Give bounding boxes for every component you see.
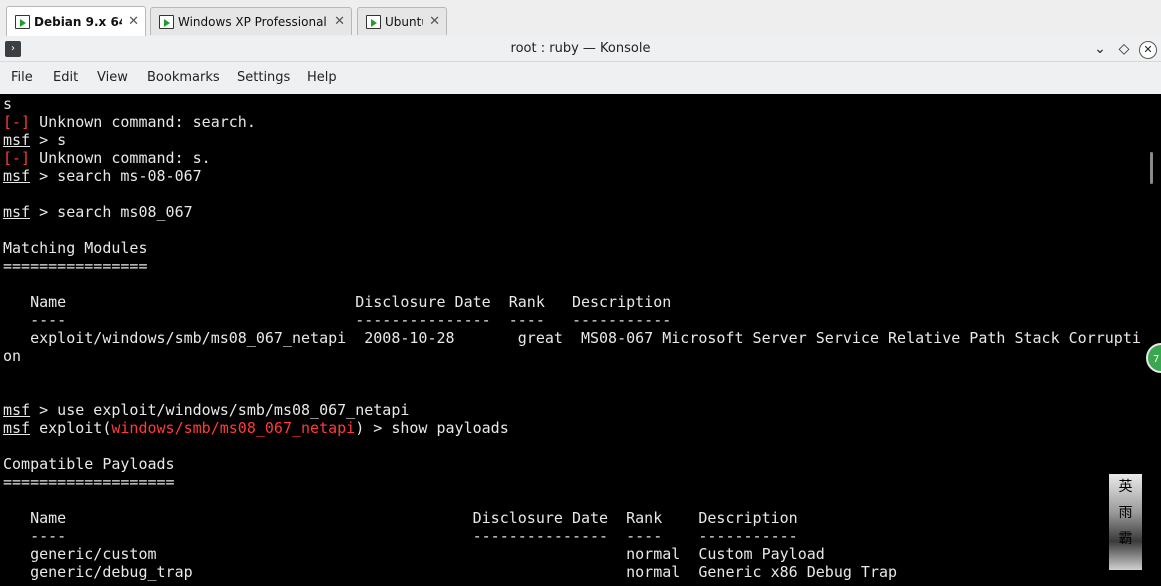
- terminal-highlight: windows/smb/ms08_067_netapi: [111, 419, 356, 437]
- vm-tab-label: Windows XP Professional No P…: [178, 14, 328, 29]
- window-titlebar: › root : ruby — Konsole ⌄ ◇ ✕: [0, 37, 1161, 62]
- vm-tab[interactable]: Debian 9.x 64 位 ✕: [6, 6, 146, 36]
- menu-bookmarks[interactable]: Bookmarks: [147, 70, 220, 85]
- terminal-line: ---- --------------- ---- -----------: [3, 527, 798, 545]
- terminal-text: Unknown command: search.: [30, 113, 256, 131]
- terminal-text: ================: [3, 257, 148, 275]
- window-title: root : ruby — Konsole: [510, 41, 651, 56]
- vm-tab-label: Debian 9.x 64 位: [34, 15, 122, 29]
- terminal-line: ===================: [3, 473, 175, 491]
- vm-running-icon: [159, 14, 174, 29]
- terminal-text: > s: [30, 131, 67, 149]
- msf-prompt: msf: [3, 419, 31, 437]
- terminal-text: Compatible Payloads: [3, 455, 175, 473]
- terminal-line: ================: [3, 257, 148, 275]
- keep-above-icon[interactable]: ◇: [1114, 39, 1134, 59]
- minimize-icon[interactable]: ⌄: [1090, 39, 1110, 59]
- terminal-text: > use exploit/windows/smb/ms08_067_netap…: [30, 401, 410, 419]
- terminal-text: > search ms08_067: [30, 203, 193, 221]
- terminal-line: msf exploit(windows/smb/ms08_067_netapi)…: [3, 419, 509, 437]
- terminal-line: Compatible Payloads: [3, 455, 175, 473]
- terminal-line: msf > use exploit/windows/smb/ms08_067_n…: [3, 401, 409, 419]
- terminal-line: msf > search ms08_067: [3, 203, 193, 221]
- terminal-highlight: [-]: [3, 149, 31, 167]
- terminal-text: generic/debug_trap normal Generic x86 De…: [3, 563, 898, 581]
- terminal-text: Name Disclosure Date Rank Description: [3, 293, 672, 311]
- terminal-view[interactable]: s [-] Unknown command: search. msf > s [-] …: [0, 94, 1161, 586]
- terminal-text: ---- --------------- ---- -----------: [3, 527, 798, 545]
- vm-tab[interactable]: Windows XP Professional No P… ✕: [150, 7, 352, 35]
- terminal-line: [-] Unknown command: search.: [3, 113, 256, 131]
- vm-tab-strip: Debian 9.x 64 位✕Windows XP Professional …: [0, 0, 1161, 38]
- terminal-line: Name Disclosure Date Rank Description: [3, 293, 671, 311]
- terminal-text: Name Disclosure Date Rank Description: [3, 509, 798, 527]
- terminal-text: ===================: [3, 473, 175, 491]
- msf-prompt: msf: [3, 401, 31, 419]
- terminal-line: generic/custom normal Custom Payload: [3, 545, 825, 563]
- terminal-line: msf > s: [3, 131, 66, 149]
- terminal-text: Matching Modules: [3, 239, 148, 257]
- menu-edit[interactable]: Edit: [53, 70, 78, 85]
- terminal-line: s: [3, 95, 12, 113]
- terminal-line: Matching Modules: [3, 239, 148, 257]
- terminal-text: s: [3, 95, 13, 113]
- terminal-text: exploit(: [30, 419, 112, 437]
- art-glyph: 霸: [1118, 531, 1133, 547]
- art-glyph: 雨: [1118, 505, 1133, 521]
- terminal-text: on: [3, 347, 22, 365]
- vm-running-icon: [366, 14, 381, 29]
- terminal-text: > search ms-08-067: [30, 167, 202, 185]
- menu-view[interactable]: View: [97, 70, 128, 85]
- terminal-line: msf > search ms-08-067: [3, 167, 202, 185]
- tab-close-icon[interactable]: ✕: [334, 14, 345, 29]
- terminal-line: generic/debug_trap normal Generic x86 De…: [3, 563, 897, 581]
- scrollbar-thumb[interactable]: [1150, 152, 1153, 184]
- vm-tab[interactable]: Ubuntu ✕: [357, 7, 447, 35]
- terminal-line: [-] Unknown command: s.: [3, 149, 211, 167]
- terminal-text: ) > show payloads: [355, 419, 509, 437]
- vm-running-icon: [15, 14, 30, 29]
- terminal-highlight: [-]: [3, 113, 31, 131]
- msf-prompt: msf: [3, 167, 31, 185]
- terminal-line: ---- --------------- ---- -----------: [3, 311, 671, 329]
- msf-prompt: msf: [3, 203, 31, 221]
- menu-file[interactable]: File: [11, 70, 33, 85]
- menu-help[interactable]: Help: [307, 70, 337, 85]
- tab-close-icon[interactable]: ✕: [429, 14, 440, 29]
- terminal-text: Unknown command: s.: [30, 149, 211, 167]
- terminal-line: on: [3, 347, 21, 365]
- menu-settings[interactable]: Settings: [237, 70, 290, 85]
- terminal-line: exploit/windows/smb/ms08_067_netapi 2008…: [3, 329, 1141, 347]
- close-icon[interactable]: ✕: [1139, 41, 1157, 59]
- msf-prompt: msf: [3, 131, 31, 149]
- terminal-line: Name Disclosure Date Rank Description: [3, 509, 798, 527]
- tab-close-icon[interactable]: ✕: [128, 14, 139, 29]
- terminal-text: ---- --------------- ---- -----------: [3, 311, 672, 329]
- terminal-text: generic/custom normal Custom Payload: [3, 545, 825, 563]
- floating-art-widget[interactable]: 英雨霸: [1109, 474, 1142, 570]
- vm-tab-label: Ubuntu: [385, 14, 423, 29]
- art-glyph: 英: [1118, 479, 1133, 495]
- menu-bar: File Edit View Bookmarks Settings Help: [0, 62, 1161, 95]
- terminal-text: exploit/windows/smb/ms08_067_netapi 2008…: [3, 329, 1141, 347]
